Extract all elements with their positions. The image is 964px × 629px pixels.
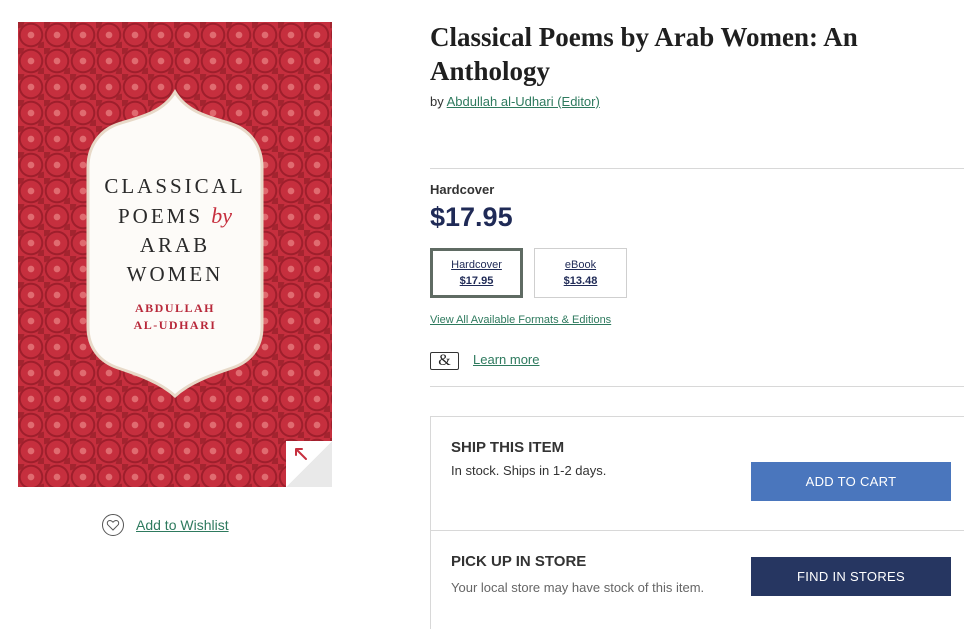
view-all-formats-link[interactable]: View All Available Formats & Editions	[430, 314, 611, 326]
panel-divider	[431, 530, 964, 531]
cover-title: CLASSICAL POEMS by ARAB WOMEN	[18, 172, 332, 289]
pickup-heading: PICK UP IN STORE	[451, 553, 587, 570]
cover-title-line: ARAB	[139, 233, 211, 257]
wishlist-label[interactable]: Add to Wishlist	[136, 517, 229, 533]
format-name: Hardcover	[451, 259, 502, 271]
learn-more-link[interactable]: Learn more	[473, 352, 539, 367]
format-option-ebook[interactable]: eBook $13.48	[534, 248, 627, 298]
heart-icon	[102, 514, 124, 536]
byline-prefix: by	[430, 94, 444, 109]
cover-author-line: AL-UDHARI	[133, 318, 217, 332]
add-to-wishlist[interactable]: Add to Wishlist	[101, 512, 229, 538]
divider	[430, 168, 964, 169]
expand-arrow-icon	[295, 448, 307, 460]
cover-title-word: by	[211, 203, 233, 228]
format-name: eBook	[564, 259, 597, 271]
expand-image-button[interactable]	[286, 441, 332, 487]
find-in-stores-button[interactable]: FIND IN STORES	[751, 557, 951, 596]
selected-format-label: Hardcover	[430, 182, 495, 197]
product-price: $17.95	[430, 202, 513, 232]
format-option-hardcover[interactable]: Hardcover $17.95	[430, 248, 523, 298]
pickup-text: Your local store may have stock of this …	[451, 580, 705, 595]
purchase-options-panel: SHIP THIS ITEM In stock. Ships in 1-2 da…	[430, 416, 964, 629]
cover-author: ABDULLAH AL-UDHARI	[18, 300, 332, 334]
cover-title-word: POEMS	[117, 204, 203, 228]
format-price: $17.95	[459, 275, 494, 287]
format-price: $13.48	[563, 275, 598, 287]
add-to-cart-button[interactable]: ADD TO CART	[751, 462, 951, 501]
divider	[430, 386, 964, 387]
cover-title-line: WOMEN	[126, 262, 224, 286]
stock-status: In stock. Ships in 1-2 days.	[451, 463, 607, 478]
ampersand-icon: &	[430, 352, 459, 370]
byline: by Abdullah al-Udhari (Editor)	[430, 94, 600, 109]
cover-title-line: CLASSICAL	[104, 174, 246, 198]
author-link[interactable]: Abdullah al-Udhari (Editor)	[447, 94, 600, 109]
cover-title-line: POEMS by	[18, 201, 332, 231]
book-cover-image[interactable]: CLASSICAL POEMS by ARAB WOMEN ABDULLAH A…	[18, 22, 332, 487]
ship-heading: SHIP THIS ITEM	[451, 439, 565, 456]
cover-author-line: ABDULLAH	[134, 301, 215, 315]
product-title: Classical Poems by Arab Women: An Anthol…	[430, 22, 858, 86]
